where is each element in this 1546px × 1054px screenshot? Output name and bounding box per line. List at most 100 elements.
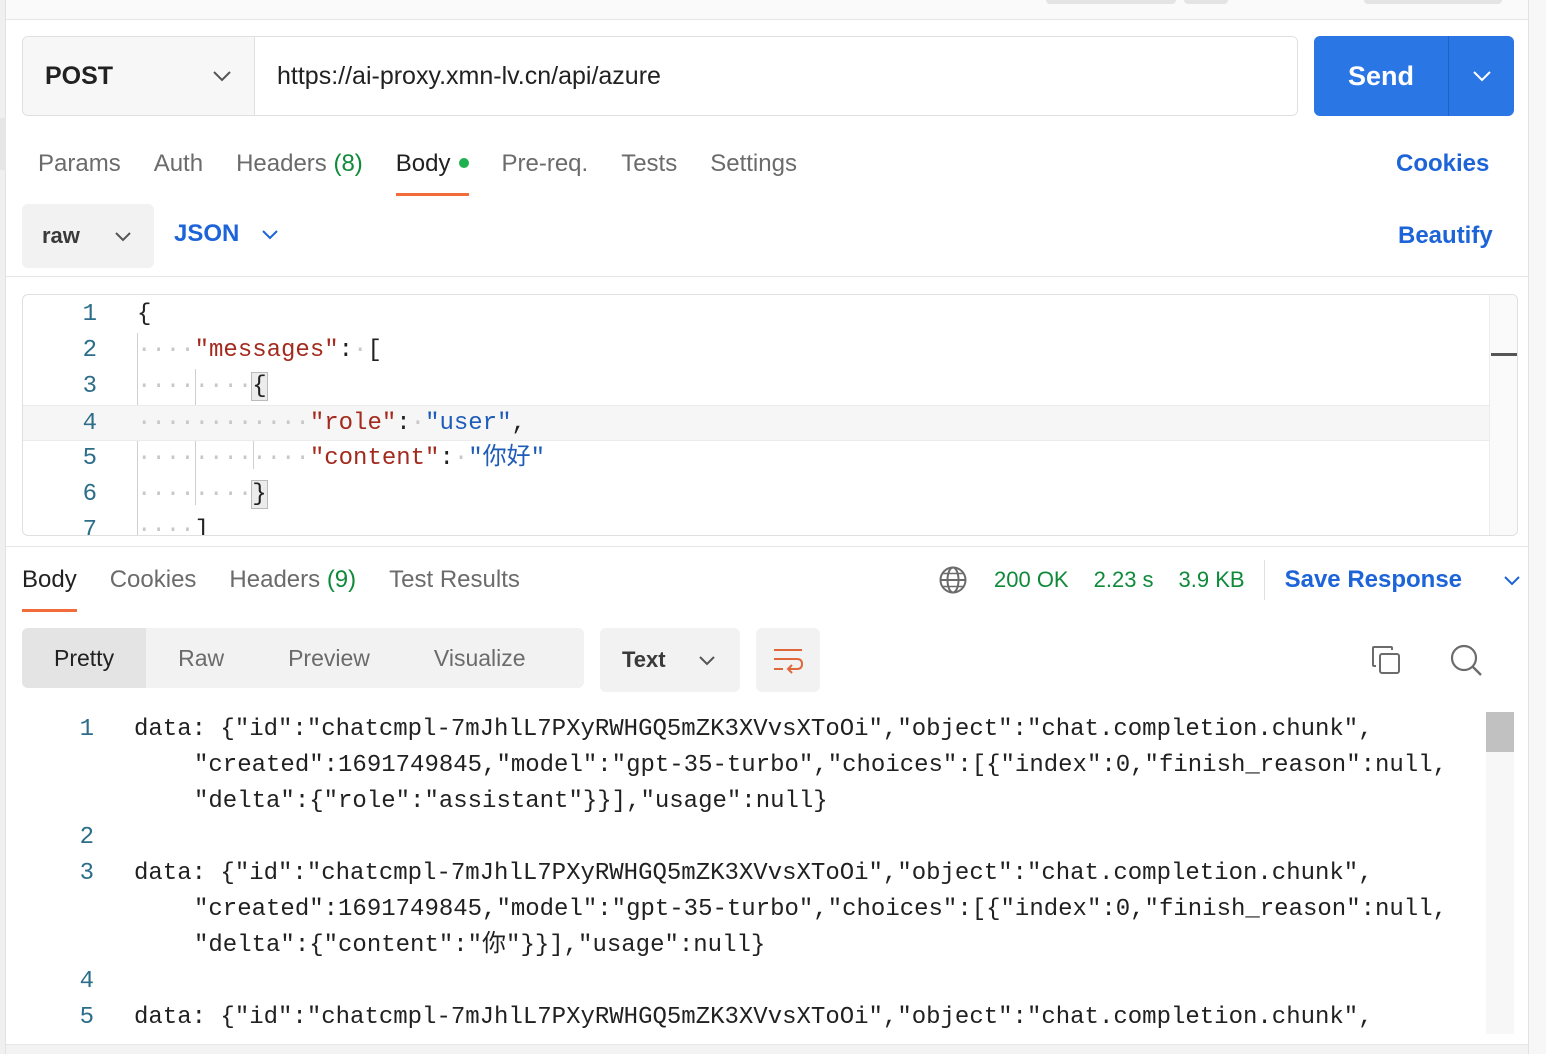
line-number: 5 [82,445,97,472]
view-visualize-button[interactable]: Visualize [402,628,558,688]
chevron-down-icon [115,231,131,241]
chevron-down-icon [262,229,279,239]
response-meta: 200 OK 2.23 s 3.9 KB Save Response [938,560,1521,600]
wrap-lines-button[interactable] [756,628,820,692]
response-line: 5 data: {"id":"chatcmpl-7mJhlL7PXyRWHGQ5m… [22,1000,1486,1034]
code-text: ········{ [137,372,268,401]
code-text: ············"role":·"user", [137,410,526,437]
body-format-select[interactable]: JSON [174,220,279,248]
tab-label: Headers [229,566,321,593]
code-line: 2 ····"messages":·[ [23,333,1489,369]
tab-auth[interactable]: Auth [154,140,203,196]
line-number: 6 [82,481,97,508]
response-body[interactable]: 1 data: {"id":"chatcmpl-7mJhlL7PXyRWHGQ5m… [22,712,1486,1034]
response-tab-body[interactable]: Body [22,556,77,612]
status-code[interactable]: 200 OK [994,567,1069,593]
tab-label: Body [395,150,451,177]
save-response-button[interactable]: Save Response [1285,566,1521,594]
code-line: 7 ····] [23,513,1489,536]
scrollbar-thumb[interactable] [1486,712,1514,752]
code-text: { [137,301,152,328]
code-line: 1{ [23,297,1489,333]
response-format-select[interactable]: Text [600,628,740,692]
response-line: "created":1691749845,"model":"gpt-35-tur… [22,892,1486,928]
line-number: 1 [82,301,97,328]
response-line: "created":1691749845,"model":"gpt-35-tur… [22,748,1486,784]
response-line: "delta":{"content":"你"}}],"usage":null} [22,928,1486,964]
view-raw-button[interactable]: Raw [146,628,256,688]
method-select[interactable]: POST [23,37,255,115]
code-text: ············"content":·"你好" [137,445,546,472]
sidebar-handle[interactable] [0,118,6,170]
response-format-label: Text [622,647,666,672]
divider [1263,560,1265,600]
response-line: 4 [22,964,1486,1000]
view-pretty-button[interactable]: Pretty [22,628,147,688]
request-body-editor[interactable]: 1{2 ····"messages":·[3 ········{4 ·········… [22,294,1518,536]
body-mode-select[interactable]: raw [22,204,154,268]
line-number: 5 [79,1004,94,1031]
cookies-link[interactable]: Cookies [1396,150,1489,178]
tab-label: Params [38,150,121,177]
bottom-edge [6,1044,1528,1054]
response-size[interactable]: 3.9 KB [1179,567,1245,593]
response-text: data: {"id":"chatcmpl-7mJhlL7PXyRWHGQ5mZ… [134,1004,1373,1031]
tab-label: Tests [621,150,678,177]
response-line: 1 data: {"id":"chatcmpl-7mJhlL7PXyRWHGQ5m… [22,712,1486,748]
tab-body[interactable]: Body [395,140,469,196]
chevron-down-icon [1472,71,1491,82]
save-response-label: Save Response [1284,566,1463,593]
chevron-down-icon [213,71,231,82]
divider [6,276,1528,277]
response-text: "created":1691749845,"model":"gpt-35-tur… [194,752,1448,779]
tab-tests[interactable]: Tests [621,140,677,196]
search-icon [1450,644,1482,676]
search-button[interactable] [1446,640,1486,680]
wrap-lines-icon [774,649,804,674]
tab-count: (8) [333,150,363,177]
globe-icon[interactable] [938,565,968,595]
code-text: ····"messages":·[ [137,337,382,364]
copy-button[interactable] [1366,640,1406,680]
line-number: 4 [82,410,97,437]
url-bar: POST [22,36,1298,116]
line-number: 2 [82,337,97,364]
tab-label: Test Results [389,566,520,593]
response-time[interactable]: 2.23 s [1094,567,1154,593]
tab-params[interactable]: Params [38,140,121,196]
line-number: 7 [82,517,97,536]
toolbar-ghost [1184,0,1228,4]
chevron-down-icon [699,655,715,665]
tab-label: Auth [153,150,204,177]
response-scrollbar[interactable] [1486,712,1514,1034]
tab-pre-req[interactable]: Pre-req. [502,140,589,196]
response-line: 2 [22,820,1486,856]
code-line: 6 ········} [23,477,1489,513]
tab-headers[interactable]: Headers (8) [236,140,363,196]
body-format-label: JSON [174,220,240,247]
send-button-group: Send [1314,36,1514,116]
method-label: POST [45,61,114,90]
tab-label: Cookies [109,566,197,593]
tab-settings[interactable]: Settings [710,140,797,196]
right-frame [1528,0,1546,1054]
response-text: "created":1691749845,"model":"gpt-35-tur… [194,896,1448,923]
tab-label: Body [22,566,77,593]
send-button[interactable]: Send [1314,36,1448,116]
tab-label: Headers [236,150,327,177]
response-tab-cookies[interactable]: Cookies [110,556,197,612]
response-tab-headers[interactable]: Headers (9) [229,556,356,612]
response-text: data: {"id":"chatcmpl-7mJhlL7PXyRWHGQ5mZ… [134,860,1373,887]
copy-icon [1372,646,1400,674]
beautify-button[interactable]: Beautify [1398,222,1493,250]
line-number: 1 [79,716,94,743]
view-preview-button[interactable]: Preview [256,628,402,688]
url-input[interactable] [255,37,1297,115]
response-tab-test-results[interactable]: Test Results [389,556,520,612]
code-line: 5 ············"content":·"你好" [23,441,1489,477]
response-tabs: Body Cookies Headers (9) Test Results [22,556,553,612]
send-options-button[interactable] [1449,36,1514,116]
scroll-position-marker [1491,353,1517,356]
body-modified-dot [458,157,469,168]
editor-scrollbar[interactable] [1489,295,1517,535]
